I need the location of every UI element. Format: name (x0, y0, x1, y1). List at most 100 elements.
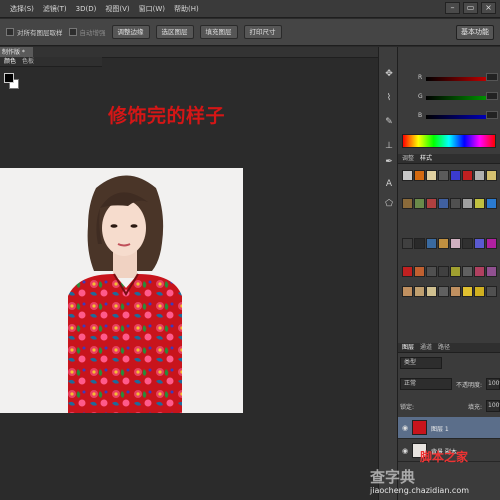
style-swatch[interactable] (486, 170, 497, 181)
menu-filter[interactable]: 滤镜(T) (43, 4, 67, 14)
style-swatch[interactable] (402, 238, 413, 249)
style-swatch[interactable] (450, 286, 461, 297)
style-swatch[interactable] (426, 286, 437, 297)
style-swatch[interactable] (402, 286, 413, 297)
pen-icon[interactable]: ✒ (382, 155, 396, 169)
select-layer-button[interactable]: 选区图层 (155, 25, 194, 39)
layer-row-1[interactable]: ◉ 图层 1 (398, 417, 500, 439)
fill-input[interactable]: 100% (486, 400, 500, 412)
tab-paths[interactable]: 路径 (438, 343, 450, 352)
layer-name: 图层 1 (431, 426, 449, 433)
auto-enhance-checkbox[interactable]: 自动增强 (68, 27, 106, 37)
style-swatch[interactable] (462, 238, 473, 249)
style-swatch[interactable] (414, 238, 425, 249)
print-size-button[interactable]: 打印尺寸 (243, 25, 282, 39)
style-swatch[interactable] (414, 198, 425, 209)
style-swatch[interactable] (474, 266, 485, 277)
style-swatch[interactable] (414, 286, 425, 297)
color-spectrum[interactable] (402, 134, 496, 148)
style-swatch[interactable] (426, 266, 437, 277)
lasso-icon[interactable]: ⌇ (382, 91, 396, 105)
style-swatch[interactable] (438, 170, 449, 181)
style-swatch[interactable] (450, 266, 461, 277)
tab-swatches[interactable]: 色板 (22, 57, 34, 66)
menu-3d[interactable]: 3D(D) (76, 5, 97, 13)
style-swatch[interactable] (426, 170, 437, 181)
style-swatch[interactable] (414, 266, 425, 277)
style-swatch[interactable] (438, 198, 449, 209)
menu-help[interactable]: 帮助(H) (174, 4, 199, 14)
color-slider-g[interactable]: G (418, 92, 498, 103)
style-swatch[interactable] (462, 170, 473, 181)
style-swatch[interactable] (474, 198, 485, 209)
style-swatch[interactable] (450, 238, 461, 249)
lock-label: 锁定: (400, 404, 415, 411)
layer-kind-filter[interactable]: 类型 (400, 357, 442, 369)
maximize-button[interactable]: ▭ (463, 2, 478, 14)
type-icon[interactable]: A (382, 177, 396, 191)
style-swatch[interactable] (402, 266, 413, 277)
style-swatch[interactable] (474, 286, 485, 297)
checkbox-icon (6, 28, 14, 36)
tab-color[interactable]: 颜色 (4, 57, 16, 66)
tools-panel: ✥ ⌇ ✎ ⊥ ✒ A ⬠ (378, 47, 398, 500)
style-swatch[interactable] (474, 238, 485, 249)
style-swatch[interactable] (462, 266, 473, 277)
visibility-eye-icon[interactable]: ◉ (402, 424, 408, 432)
slider-value-b[interactable] (486, 111, 498, 119)
visibility-eye-icon[interactable]: ◉ (402, 447, 408, 455)
blend-mode-select[interactable]: 正常 (400, 378, 452, 390)
options-bar: 对所有图层取样 自动增强 调整边缘 选区图层 填充图层 打印尺寸 (0, 19, 500, 46)
sample-all-layers-checkbox[interactable]: 对所有图层取样 (6, 27, 63, 37)
menu-window[interactable]: 窗口(W) (139, 4, 165, 14)
minimize-button[interactable]: – (445, 2, 460, 14)
foreground-color-swatch[interactable] (4, 73, 14, 83)
slider-track-r[interactable] (426, 77, 492, 81)
slider-value-r[interactable] (486, 73, 498, 81)
style-swatch[interactable] (486, 238, 497, 249)
tab-layers[interactable]: 图层 (402, 343, 414, 352)
slider-value-g[interactable] (486, 92, 498, 100)
style-swatch[interactable] (462, 198, 473, 209)
workspace-switcher[interactable]: 基本功能 (456, 25, 494, 40)
style-swatch[interactable] (486, 266, 497, 277)
style-swatch[interactable] (438, 266, 449, 277)
menu-select[interactable]: 选择(S) (10, 4, 34, 14)
move-icon[interactable]: ✥ (382, 67, 396, 81)
menu-view[interactable]: 视图(V) (105, 4, 129, 14)
watermark-secondary: 脚本之家 (420, 450, 469, 464)
tab-adjustments[interactable]: 调整 (402, 154, 414, 163)
fill-label: 填充: (468, 404, 483, 411)
shape-icon[interactable]: ⬠ (382, 197, 396, 211)
style-swatch[interactable] (426, 198, 437, 209)
style-swatch[interactable] (450, 198, 461, 209)
layer-thumbnail (412, 420, 427, 435)
checkbox-icon (68, 28, 77, 36)
refine-edge-button[interactable]: 调整边缘 (111, 25, 150, 39)
style-swatch[interactable] (438, 238, 449, 249)
style-swatch[interactable] (402, 170, 413, 181)
style-swatch[interactable] (486, 198, 497, 209)
slider-track-b[interactable] (426, 115, 492, 119)
fill-layer-button[interactable]: 填充图层 (199, 25, 238, 39)
brush-icon[interactable]: ✎ (382, 115, 396, 129)
style-swatch[interactable] (438, 286, 449, 297)
tab-channels[interactable]: 通道 (420, 343, 432, 352)
close-button[interactable]: × (481, 2, 496, 14)
style-swatch[interactable] (486, 286, 497, 297)
watermark-url: jiaocheng.chazidian.com (370, 486, 470, 495)
style-swatch[interactable] (414, 170, 425, 181)
color-panel-tabs: 颜色 色板 (0, 57, 102, 67)
color-slider-b[interactable]: B (418, 111, 498, 122)
color-slider-r[interactable]: R (418, 73, 498, 84)
style-swatch[interactable] (450, 170, 461, 181)
tab-styles[interactable]: 样式 (420, 154, 432, 163)
slider-label-r: R (418, 74, 423, 81)
style-swatch[interactable] (402, 198, 413, 209)
style-swatch[interactable] (426, 238, 437, 249)
opacity-input[interactable]: 100% (486, 378, 500, 390)
style-swatch[interactable] (462, 286, 473, 297)
stamp-icon[interactable]: ⊥ (382, 139, 396, 153)
style-swatch[interactable] (474, 170, 485, 181)
slider-track-g[interactable] (426, 96, 492, 100)
